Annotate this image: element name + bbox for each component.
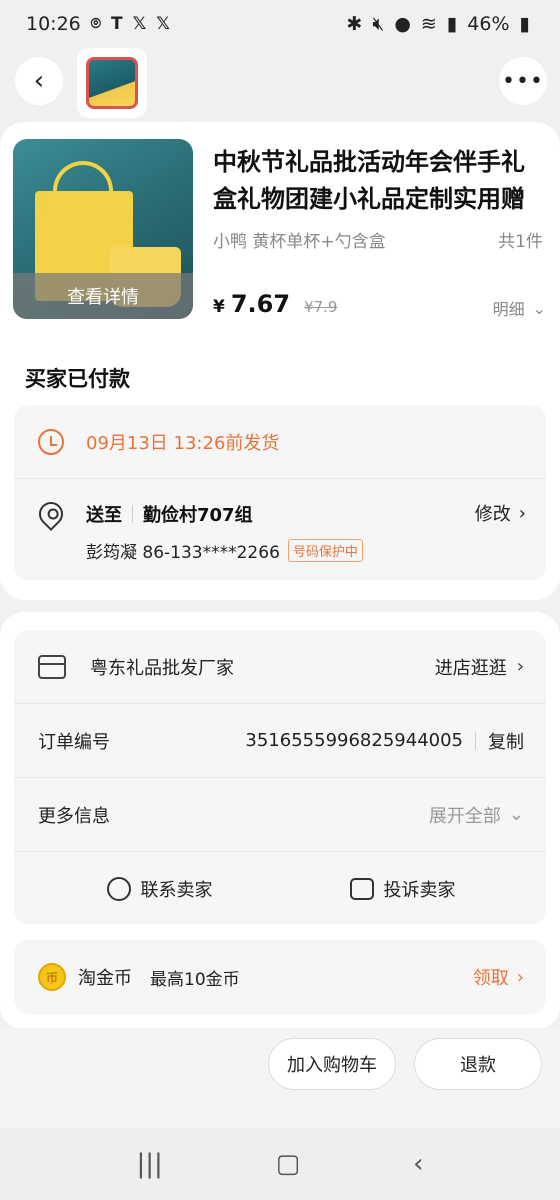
chevron-down-icon: ⌄	[532, 298, 546, 318]
address-text: 勤俭村707组	[143, 505, 253, 526]
divider	[132, 505, 133, 523]
claim-label: 领取	[472, 968, 509, 989]
coins-subtitle: 最高10金币	[150, 969, 240, 990]
x-icon: 𝕏	[156, 14, 170, 34]
original-price: ¥7.9	[304, 298, 338, 316]
chevron-right-icon: ›	[516, 656, 524, 677]
order-info-card: 粤东礼品批发厂家 进店逛逛 › 订单编号 3516555996825944005…	[0, 612, 560, 1030]
status-right: ✱ 🔇︎ ● ≋ ▮ 46% ▮	[346, 13, 530, 35]
order-number-label: 订单编号	[38, 731, 110, 753]
chevron-down-icon: ⌄	[508, 804, 524, 825]
coins-box: 币 淘金币 最高10金币 领取 ›	[14, 940, 546, 1014]
complain-seller-label: 投诉卖家	[383, 880, 456, 901]
detail-label: 明细	[492, 300, 525, 319]
back-arrow-icon: ‹	[33, 66, 45, 96]
privacy-badge: 号码保护中	[287, 539, 363, 562]
store-row[interactable]: 粤东礼品批发厂家 进店逛逛 ›	[14, 630, 546, 704]
contact-row: 联系卖家 投诉卖家	[14, 852, 546, 926]
status-left: 10:26 ⌾ T 𝕏 𝕏	[26, 13, 170, 35]
modify-label: 修改	[474, 504, 511, 525]
more-dots-icon: •••	[502, 68, 544, 94]
more-button[interactable]: •••	[499, 57, 547, 105]
expand-label: 展开全部	[428, 805, 501, 827]
store-name: 粤东礼品批发厂家	[90, 657, 234, 679]
coins-title: 淘金币	[78, 968, 132, 989]
bottom-action-bar: 加入购物车 退款	[0, 1028, 560, 1128]
recipient-info: 彭筠凝 86-133****2266	[86, 543, 280, 563]
system-back-icon[interactable]: ‹	[413, 1149, 423, 1179]
order-number: 3516555996825944005	[245, 730, 463, 751]
divider	[475, 731, 476, 750]
shipping-deadline: 09月13日 13:26前发货	[86, 432, 280, 454]
shop-logo[interactable]	[77, 48, 147, 118]
product-card: 查看详情 中秋节礼品批活动年会伴手礼盒礼物团建小礼品定制实用赠 小鸭 黄杯单杯+…	[0, 122, 560, 600]
order-info-box: 粤东礼品批发厂家 进店逛逛 › 订单编号 3516555996825944005…	[14, 630, 546, 924]
contact-seller-label: 联系卖家	[140, 880, 213, 901]
chevron-right-icon: ›	[518, 502, 526, 524]
product-spec: 小鸭 黄杯单杯+勺含盒	[213, 232, 386, 252]
back-button[interactable]: ‹	[15, 57, 63, 105]
expand-all-button[interactable]: 展开全部 ⌄	[429, 802, 524, 828]
shipping-deadline-row: 09月13日 13:26前发货	[14, 405, 546, 479]
price-symbol: ¥	[213, 297, 225, 317]
ship-to-label: 送至	[86, 505, 122, 526]
battery-level: 46%	[467, 13, 510, 35]
contact-seller-button[interactable]: 联系卖家	[106, 876, 213, 902]
voicemail-icon: ⌾	[90, 14, 101, 34]
status-time: 10:26	[26, 13, 81, 35]
shop-logo-image	[86, 57, 138, 109]
product-title[interactable]: 中秋节礼品批活动年会伴手礼盒礼物团建小礼品定制实用赠	[213, 144, 546, 218]
t-mobile-icon: T	[110, 14, 123, 34]
recent-apps-icon[interactable]: |||	[136, 1149, 162, 1179]
price-detail-link[interactable]: 明细 ⌄	[493, 296, 546, 320]
more-info-label: 更多信息	[38, 805, 110, 827]
order-status: 买家已付款	[25, 367, 130, 391]
order-number-row: 订单编号 3516555996825944005 复制	[14, 704, 546, 778]
address-row[interactable]: 送至 勤俭村707组 修改 › 彭筠凝 86-133****2266 号码保护中	[14, 480, 546, 580]
more-info-row[interactable]: 更多信息 展开全部 ⌄	[14, 778, 546, 852]
home-icon[interactable]: ▢	[276, 1149, 301, 1179]
visit-store-label[interactable]: 进店逛逛	[435, 654, 507, 680]
status-bar: 10:26 ⌾ T 𝕏 𝕏 ✱ 🔇︎ ● ≋ ▮ 46% ▮	[0, 0, 560, 48]
chat-smile-icon	[106, 877, 131, 901]
location-pin-icon	[34, 497, 68, 531]
modify-address-button[interactable]: 修改 ›	[475, 500, 526, 526]
x-icon: 𝕏	[132, 14, 147, 34]
claim-coins-button[interactable]: 领取 ›	[473, 964, 524, 990]
copy-button[interactable]: 复制	[488, 728, 524, 754]
store-icon	[38, 654, 66, 679]
product-quantity: 共1件	[498, 232, 543, 252]
complain-seller-button[interactable]: 投诉卖家	[349, 876, 456, 902]
signal-icon: ▮	[446, 13, 458, 35]
wifi-icon: ≋	[420, 13, 437, 35]
recipient-line: 彭筠凝 86-133****2266 号码保护中	[86, 538, 363, 563]
chevron-right-icon: ›	[516, 966, 524, 988]
view-details-overlay[interactable]: 查看详情	[13, 273, 193, 319]
price-value: 7.67	[230, 290, 291, 318]
price-row: ¥ 7.67 ¥7.9	[213, 290, 337, 318]
address-line: 送至 勤俭村707组	[86, 501, 253, 527]
coin-icon: 币	[38, 963, 66, 991]
mute-icon: 🔇︎	[372, 13, 385, 35]
battery-icon: ▮	[519, 13, 530, 35]
bluetooth-icon: ✱	[346, 13, 363, 35]
refund-button[interactable]: 退款	[414, 1038, 542, 1090]
clock-icon	[38, 428, 64, 455]
complaint-icon	[349, 878, 374, 900]
product-thumbnail[interactable]: 查看详情	[13, 139, 193, 319]
header: ‹ •••	[0, 48, 560, 128]
shipping-box: 09月13日 13:26前发货 送至 勤俭村707组 修改 › 彭筠凝 86-1…	[14, 405, 546, 580]
coins-row[interactable]: 币 淘金币 最高10金币 领取 ›	[14, 940, 546, 1014]
location-icon: ●	[394, 13, 411, 35]
add-to-cart-button[interactable]: 加入购物车	[268, 1038, 396, 1090]
system-nav-bar: ||| ▢ ‹	[0, 1128, 560, 1200]
